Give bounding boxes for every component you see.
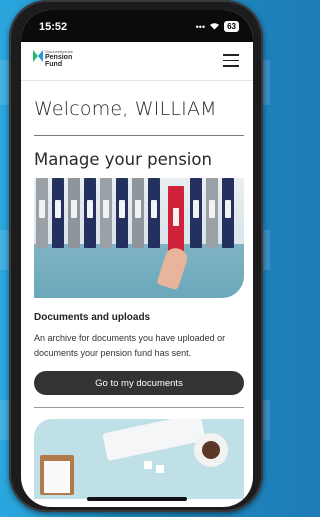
- status-icons: ••• 63: [196, 21, 239, 32]
- binder: [52, 178, 64, 248]
- site-header: Gloucestershire Pension Fund: [21, 42, 253, 81]
- logo-line2: Fund: [45, 61, 63, 68]
- sugar-cube: [156, 465, 164, 473]
- keyboard: [102, 419, 206, 462]
- desk-hero-image: [34, 419, 244, 499]
- hand: [156, 245, 190, 291]
- hamburger-menu-icon[interactable]: [223, 54, 239, 68]
- home-indicator: [87, 497, 187, 501]
- status-bar: 15:52 ••• 63: [21, 10, 253, 42]
- logo-line1: Pension: [45, 54, 73, 61]
- go-to-documents-button[interactable]: Go to my documents: [34, 371, 244, 395]
- divider: [34, 135, 244, 136]
- logo-text: Gloucestershire Pension Fund: [45, 50, 73, 69]
- coffee-cup: [194, 433, 228, 467]
- status-time: 15:52: [39, 21, 68, 33]
- binder: [206, 178, 218, 248]
- logo-mark-icon: [33, 50, 43, 62]
- clipboard: [40, 455, 74, 495]
- pension-fund-logo[interactable]: Gloucestershire Pension Fund: [33, 50, 73, 68]
- divider: [34, 407, 244, 408]
- welcome-heading: Welcome, WILLIAM: [34, 98, 217, 120]
- sugar-cube: [144, 461, 152, 469]
- binder: [132, 178, 144, 248]
- section-title: Manage your pension: [34, 150, 212, 169]
- binder: [84, 178, 96, 248]
- binder: [36, 178, 48, 248]
- binder: [222, 178, 234, 248]
- binder: [68, 178, 80, 248]
- battery-indicator: 63: [224, 21, 239, 32]
- binder: [190, 178, 202, 248]
- main-content: Welcome, WILLIAM Manage your pension Doc…: [34, 80, 244, 499]
- binder: [116, 178, 128, 248]
- wifi-icon: [209, 21, 220, 32]
- documents-hero-image: [34, 178, 244, 298]
- card-title: Documents and uploads: [34, 312, 151, 323]
- ellipsis-icon: •••: [195, 21, 206, 32]
- binder: [148, 178, 160, 248]
- card-description: An archive for documents you have upload…: [34, 333, 226, 358]
- phone-screen: 15:52 ••• 63 Gloucestershire Pension Fun…: [21, 10, 253, 507]
- binder: [100, 178, 112, 248]
